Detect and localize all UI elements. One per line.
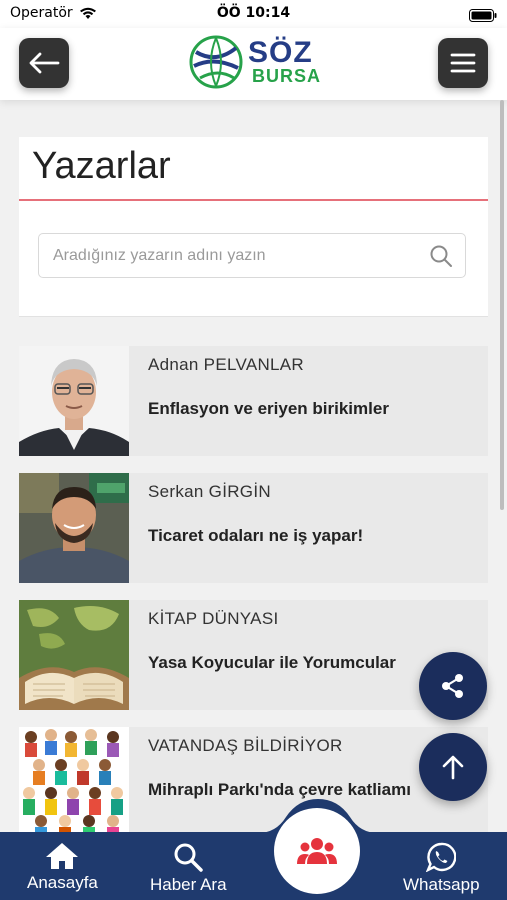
author-list-item[interactable]: KİTAP DÜNYASI Yasa Koyucular ile Yorumcu… (19, 600, 488, 710)
hamburger-icon (450, 53, 476, 73)
page-title: Yazarlar (32, 145, 171, 187)
arrow-left-icon (29, 52, 60, 74)
battery-icon (469, 7, 497, 26)
whatsapp-icon (426, 842, 457, 872)
nav-whatsapp[interactable]: Whatsapp (403, 842, 480, 895)
scroll-to-top-button[interactable] (419, 733, 487, 801)
logo-text-soz: SÖZ (248, 36, 313, 69)
article-headline[interactable]: Enflasyon ve eriyen birikimler (148, 399, 488, 419)
author-photo (19, 346, 129, 456)
nav-whatsapp-label: Whatsapp (403, 875, 480, 894)
status-bar: Operatör ÖÖ 10:14 (0, 0, 507, 28)
home-icon (46, 843, 79, 869)
brand-logo[interactable]: SÖZ BURSA (188, 34, 323, 90)
author-list-item[interactable]: Adnan PELVANLAR Enflasyon ve eriyen biri… (19, 346, 488, 456)
author-name: Adnan PELVANLAR (148, 355, 305, 374)
author-photo (19, 600, 129, 710)
author-list-item[interactable]: VATANDAŞ BİLDİRİYOR Mihraplı Parkı'nda ç… (19, 727, 488, 837)
author-name: VATANDAŞ BİLDİRİYOR (148, 736, 343, 755)
clock: ÖÖ 10:14 (216, 5, 291, 21)
arrow-up-icon (442, 755, 464, 780)
share-icon (442, 674, 463, 698)
divider (19, 316, 488, 317)
nav-search[interactable]: Haber Ara (150, 842, 227, 895)
search-icon[interactable] (429, 244, 453, 268)
search-icon (174, 843, 204, 872)
logo-text-bursa: BURSA (252, 66, 322, 86)
app-header: SÖZ BURSA (0, 28, 507, 100)
authors-nav-button[interactable] (274, 808, 360, 894)
scrollbar[interactable] (500, 100, 504, 510)
users-icon (297, 838, 337, 864)
author-search-box[interactable] (38, 233, 466, 278)
article-headline[interactable]: Ticaret odaları ne iş yapar! (148, 526, 488, 546)
author-name: KİTAP DÜNYASI (148, 609, 279, 628)
authors-header-card: Yazarlar (19, 137, 488, 317)
author-name: Serkan GİRGİN (148, 482, 271, 501)
author-photo (19, 727, 129, 837)
author-search-input[interactable] (53, 234, 423, 277)
back-button[interactable] (19, 38, 69, 88)
globe-logo-icon (189, 35, 243, 89)
share-button[interactable] (419, 652, 487, 720)
menu-button[interactable] (438, 38, 488, 88)
nav-search-label: Haber Ara (150, 875, 227, 894)
nav-home-label: Anasayfa (27, 873, 98, 892)
author-list-item[interactable]: Serkan GİRGİN Ticaret odaları ne iş yapa… (19, 473, 488, 583)
nav-home[interactable]: Anasayfa (27, 842, 98, 893)
author-photo (19, 473, 129, 583)
title-underline (19, 199, 488, 201)
